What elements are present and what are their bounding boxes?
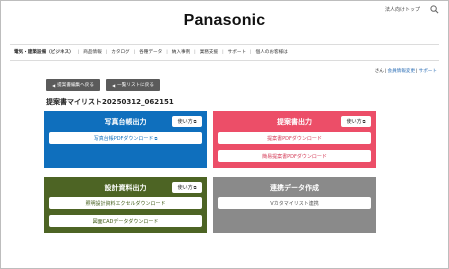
nav-separator: |	[194, 49, 196, 55]
back-to-edit-label: 提案書編集へ戻る	[57, 83, 94, 88]
nav-separator: |	[77, 49, 80, 55]
nav-item-catalog[interactable]: カタログ	[111, 49, 129, 55]
proposal-pdf-download-button[interactable]: 提案書PDFダウンロード	[218, 132, 371, 144]
external-link-icon: ⧉	[193, 119, 197, 124]
chevron-left-icon: ◀	[112, 82, 116, 88]
photo-ledger-pdf-download-button[interactable]: 写真台帳PDFダウンロード ⧉	[49, 132, 202, 144]
panasonic-logo[interactable]: Panasonic	[0, 12, 449, 30]
photo-ledger-panel: 写真台帳出力 使い方 ⧉ 写真台帳PDFダウンロード ⧉	[44, 111, 207, 168]
design-docs-panel: 設計資料出力 使い方 ⧉ 照明設計資料エクセルダウンロード 図面CADデータダウ…	[44, 177, 207, 233]
header-divider	[10, 44, 439, 45]
nav-item-personal[interactable]: 個人のお客様は	[256, 49, 288, 55]
usage-button[interactable]: 使い方 ⧉	[341, 116, 371, 127]
button-label: 照明設計資料エクセルダウンロード	[85, 200, 166, 207]
nav-item-data[interactable]: 各種データ	[139, 49, 162, 55]
external-link-icon: ⧉	[154, 135, 158, 141]
usage-button[interactable]: 使い方 ⧉	[172, 116, 202, 127]
nav-item-business[interactable]: 電気・建築設備（ビジネス）	[14, 49, 74, 55]
usage-button[interactable]: 使い方 ⧉	[172, 182, 202, 193]
separator: |	[416, 68, 418, 74]
support-link[interactable]: サポート	[419, 68, 437, 74]
nav-item-business-support[interactable]: 業務支援	[200, 49, 218, 55]
user-name-suffix: さん	[374, 69, 384, 74]
nav-item-products[interactable]: 商品情報	[83, 49, 101, 55]
nav-separator: |	[133, 49, 136, 55]
panel-title: 連携データ作成	[270, 184, 319, 192]
button-label: 図面CADデータダウンロード	[92, 218, 159, 225]
cad-data-download-button[interactable]: 図面CADデータダウンロード	[49, 215, 202, 227]
chevron-left-icon: ◀	[52, 82, 56, 88]
separator: |	[384, 68, 387, 74]
page-title: 提案書マイリスト20250312_062151	[46, 98, 174, 106]
button-label: 提案書PDFダウンロード	[267, 135, 322, 142]
nav-separator: |	[222, 49, 224, 55]
button-label: Vカタマイリスト連携	[270, 200, 319, 207]
user-info-line: さん | 会員情報変更 | サポート	[374, 68, 437, 75]
back-to-list-button[interactable]: ◀ 一覧リストに戻る	[106, 79, 160, 91]
button-label: 写真台帳PDFダウンロード	[93, 135, 154, 142]
nav-separator: |	[250, 49, 252, 55]
proposal-panel: 提案書出力 使い方 ⧉ 提案書PDFダウンロード 簡易提案書PDFダウンロード	[213, 111, 376, 168]
global-nav: 電気・建築設備（ビジネス） | 商品情報 | カタログ | 各種データ | 納入…	[14, 49, 288, 56]
nav-separator: |	[166, 49, 168, 55]
member-info-link[interactable]: 会員情報変更	[387, 68, 415, 74]
back-to-edit-button[interactable]: ◀ 提案書編集へ戻る	[46, 79, 100, 91]
nav-item-support[interactable]: サポート	[228, 49, 246, 55]
lighting-design-excel-download-button[interactable]: 照明設計資料エクセルダウンロード	[49, 197, 202, 209]
usage-label: 使い方	[177, 185, 193, 191]
external-link-icon: ⧉	[362, 119, 366, 124]
usage-label: 使い方	[346, 119, 362, 125]
back-to-list-label: 一覧リストに戻る	[117, 83, 154, 88]
external-link-icon: ⧉	[193, 185, 197, 190]
nav-divider	[10, 60, 439, 61]
button-label: 簡易提案書PDFダウンロード	[262, 153, 327, 160]
usage-label: 使い方	[177, 119, 193, 125]
v-catalog-mylist-link-button[interactable]: Vカタマイリスト連携	[218, 197, 371, 209]
nav-item-cases[interactable]: 納入事例	[172, 49, 190, 55]
simple-proposal-pdf-download-button[interactable]: 簡易提案書PDFダウンロード	[218, 150, 371, 162]
integration-data-panel: 連携データ作成 Vカタマイリスト連携	[213, 177, 376, 233]
nav-separator: |	[105, 49, 108, 55]
